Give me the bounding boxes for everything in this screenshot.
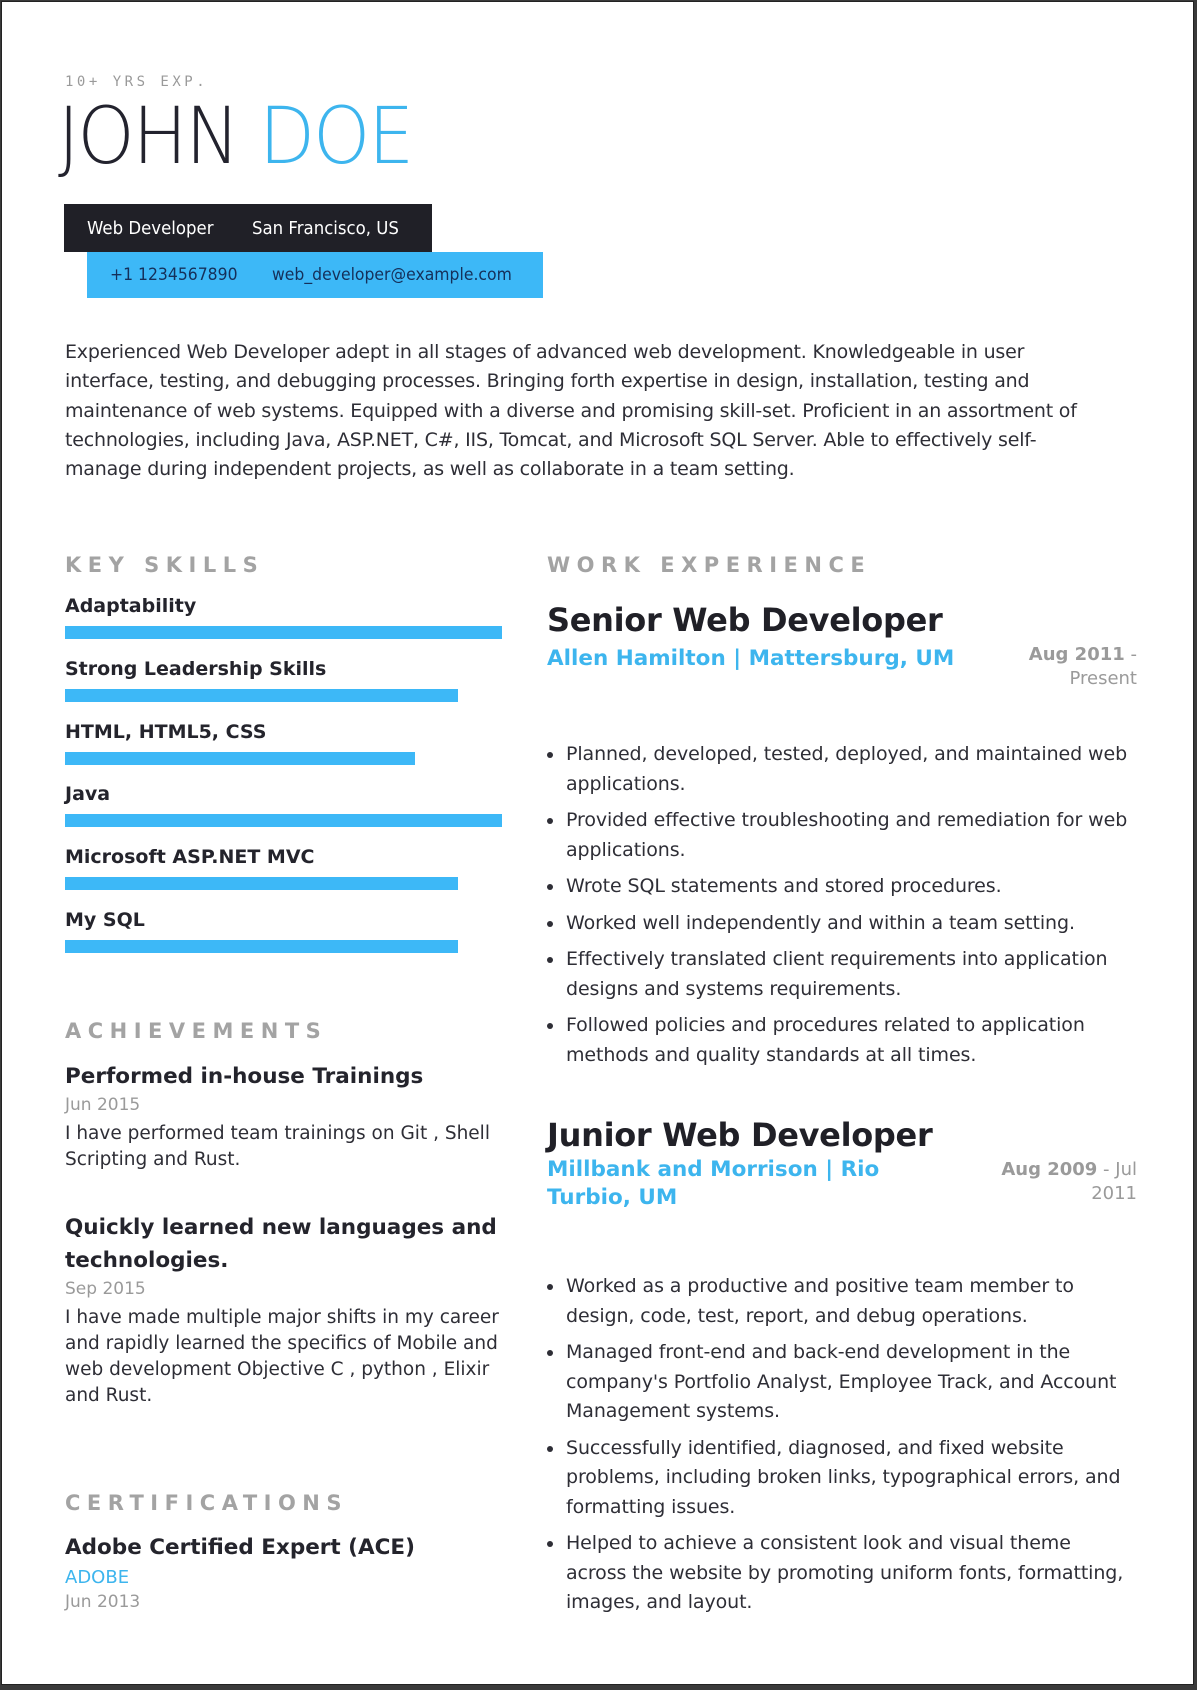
skill-bar-fill — [65, 626, 502, 639]
achievements-heading: ACHIEVEMENTS — [65, 1019, 328, 1043]
skill-label: Java — [65, 783, 111, 805]
responsibility-text: Provided effective troubleshooting and r… — [566, 809, 1128, 861]
responsibility-item: Effectively translated client requiremen… — [547, 945, 1137, 1004]
responsibility-text: Effectively translated client requiremen… — [566, 948, 1108, 1000]
email-address[interactable]: web_developer@example.com — [272, 265, 512, 285]
job-end-date: Present — [1069, 668, 1137, 689]
responsibility-item: Helped to achieve a consistent look and … — [547, 1529, 1137, 1618]
bullet-icon — [547, 920, 553, 927]
resume-page: 10+ YRS EXP. JOHN DOE Web Developer San … — [1, 1, 1194, 1685]
bullet-icon — [547, 1023, 553, 1029]
contact-bar: +1 1234567890 web_developer@example.com — [87, 252, 543, 298]
responsibility-item: Planned, developed, tested, deployed, an… — [547, 740, 1137, 799]
responsibility-text: Worked as a productive and positive team… — [566, 1275, 1074, 1327]
skill-bar-track — [65, 877, 502, 890]
responsibility-item: Worked well independently and within a t… — [547, 909, 1137, 939]
role-location-bar: Web Developer San Francisco, US — [64, 204, 432, 252]
skill-item: Microsoft ASP.NET MVC — [65, 846, 502, 890]
achievement-description: I have made multiple major shifts in my … — [65, 1307, 499, 1406]
bullet-icon — [547, 752, 553, 758]
skill-label: Strong Leadership Skills — [65, 658, 327, 680]
bullet-icon — [547, 1445, 553, 1452]
responsibility-text: Helped to achieve a consistent look and … — [566, 1532, 1124, 1613]
achievement-date: Sep 2015 — [65, 1279, 146, 1299]
date-separator: - — [1097, 1159, 1116, 1180]
skill-label: Microsoft ASP.NET MVC — [65, 846, 315, 868]
responsibility-item: Worked as a productive and positive team… — [547, 1272, 1137, 1331]
responsibility-text: Managed front-end and back-end developme… — [566, 1341, 1117, 1422]
skill-bar-track — [65, 814, 502, 827]
job-entry: Junior Web Developer Millbank and Morris… — [547, 1116, 1137, 1625]
responsibility-item: Managed front-end and back-end developme… — [547, 1338, 1137, 1427]
certification-organization: ADOBE — [65, 1567, 130, 1588]
certifications-heading: CERTIFICATIONS — [65, 1491, 349, 1515]
skill-bar-fill — [65, 752, 415, 765]
job-dates: Aug 2011 - Present — [987, 643, 1137, 691]
job-responsibilities: Worked as a productive and positive team… — [547, 1272, 1137, 1618]
page-bottom-edge — [0, 1686, 1197, 1690]
bullet-icon — [547, 1284, 553, 1290]
skill-label: HTML, HTML5, CSS — [65, 721, 267, 743]
skill-bar-fill — [65, 689, 459, 702]
responsibility-item: Wrote SQL statements and stored procedur… — [547, 872, 1137, 902]
job-entry: Senior Web Developer Allen Hamilton | Ma… — [547, 601, 1137, 1077]
job-start-date: Aug 2011 — [1028, 644, 1125, 665]
achievement-title: Quickly learned new languages and techno… — [65, 1215, 497, 1273]
date-separator: - — [1124, 644, 1138, 665]
job-role: Web Developer — [87, 217, 214, 239]
professional-summary: Experienced Web Developer adept in all s… — [65, 341, 1077, 481]
job-title: Senior Web Developer — [547, 601, 943, 639]
phone-number[interactable]: +1 1234567890 — [110, 265, 238, 285]
skill-item: Strong Leadership Skills — [65, 658, 502, 702]
key-skills-heading: KEY SKILLS — [65, 553, 265, 577]
skill-item: Java — [65, 783, 502, 827]
job-responsibilities: Planned, developed, tested, deployed, an… — [547, 740, 1137, 1070]
skill-item: HTML, HTML5, CSS — [65, 721, 502, 765]
skill-bar-fill — [65, 940, 459, 953]
certification-item: Adobe Certified Expert (ACE) ADOBE Jun 2… — [65, 1535, 505, 1612]
job-title: Junior Web Developer — [547, 1116, 933, 1154]
job-company: Allen Hamilton | Mattersburg, UM — [547, 646, 955, 671]
responsibility-text: Worked well independently and within a t… — [566, 911, 1075, 934]
responsibility-text: Followed policies and procedures related… — [566, 1014, 1085, 1066]
achievement-description: I have performed team trainings on Git ,… — [65, 1123, 490, 1170]
certification-title: Adobe Certified Expert (ACE) — [65, 1535, 415, 1560]
skill-bar-track — [65, 752, 502, 765]
responsibility-text: Planned, developed, tested, deployed, an… — [566, 743, 1128, 795]
job-start-date: Aug 2009 — [1001, 1159, 1098, 1180]
responsibility-item: Followed policies and procedures related… — [547, 1011, 1137, 1070]
responsibility-item: Successfully identified, diagnosed, and … — [547, 1434, 1137, 1523]
skill-bar-track — [65, 626, 502, 639]
bullet-icon — [547, 1541, 553, 1547]
job-company: Millbank and Morrison | Rio Turbio, UM — [547, 1157, 880, 1210]
responsibility-text: Successfully identified, diagnosed, and … — [566, 1436, 1121, 1518]
achievement-item: Quickly learned new languages and techno… — [65, 1211, 505, 1409]
skill-item: My SQL — [65, 909, 502, 953]
location: San Francisco, US — [252, 217, 399, 239]
skill-label: Adaptability — [65, 595, 197, 617]
achievement-title: Performed in-house Trainings — [65, 1064, 424, 1089]
skill-bar-fill — [65, 877, 459, 890]
skill-bar-fill — [65, 814, 502, 827]
candidate-name: JOHN DOE — [58, 98, 414, 176]
job-dates: Aug 2009 - Jul 2011 — [987, 1158, 1137, 1206]
bullet-icon — [547, 957, 553, 963]
work-experience-heading: WORK EXPERIENCE — [547, 553, 872, 577]
skill-label: My SQL — [65, 909, 145, 931]
bullet-icon — [547, 884, 553, 890]
bullet-icon — [547, 1350, 553, 1356]
achievement-item: Performed in-house Trainings Jun 2015 I … — [65, 1060, 505, 1173]
bullet-icon — [547, 818, 553, 824]
skill-item: Adaptability — [65, 595, 502, 639]
last-name: DOE — [259, 92, 414, 182]
skill-bar-track — [65, 940, 502, 953]
responsibility-item: Provided effective troubleshooting and r… — [547, 806, 1137, 865]
achievement-date: Jun 2015 — [65, 1095, 141, 1115]
skill-bar-track — [65, 689, 502, 702]
first-name: JOHN — [58, 92, 240, 182]
responsibility-text: Wrote SQL statements and stored procedur… — [566, 875, 1002, 897]
experience-tag: 10+ YRS EXP. — [65, 74, 209, 90]
certification-date: Jun 2013 — [65, 1592, 141, 1612]
